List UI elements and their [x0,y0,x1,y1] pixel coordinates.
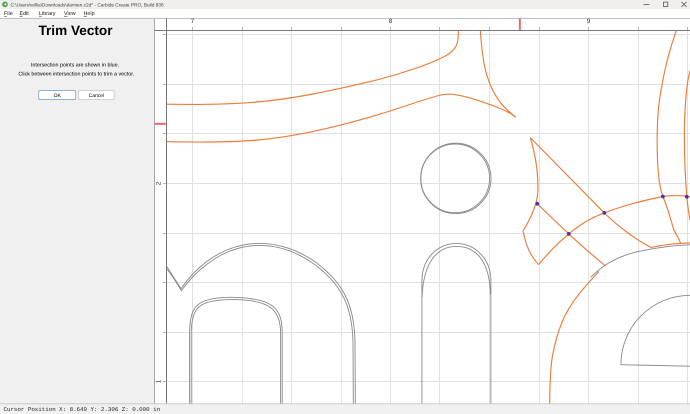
svg-text:Cursor Position X: 8.649 Y: 2.: Cursor Position X: 8.649 Y: 2.306 Z: 0.0… [4,406,161,413]
svg-text:Click between intersection poi: Click between intersection points to tri… [18,71,134,77]
svg-text:9: 9 [587,18,591,25]
svg-text:8: 8 [389,18,393,25]
svg-text:C:\Users\willia\Downloads\dami: C:\Users\willia\Downloads\damien.c2d* - … [11,2,164,8]
svg-text:1: 1 [155,379,162,383]
svg-text:Intersection points are shown: Intersection points are shown in blue. [31,62,119,68]
svg-text:2: 2 [155,181,162,185]
svg-text:Cancel: Cancel [89,93,105,99]
svg-text:OK: OK [54,93,62,99]
svg-text:Trim Vector: Trim Vector [38,23,113,38]
svg-text:7: 7 [191,18,195,25]
